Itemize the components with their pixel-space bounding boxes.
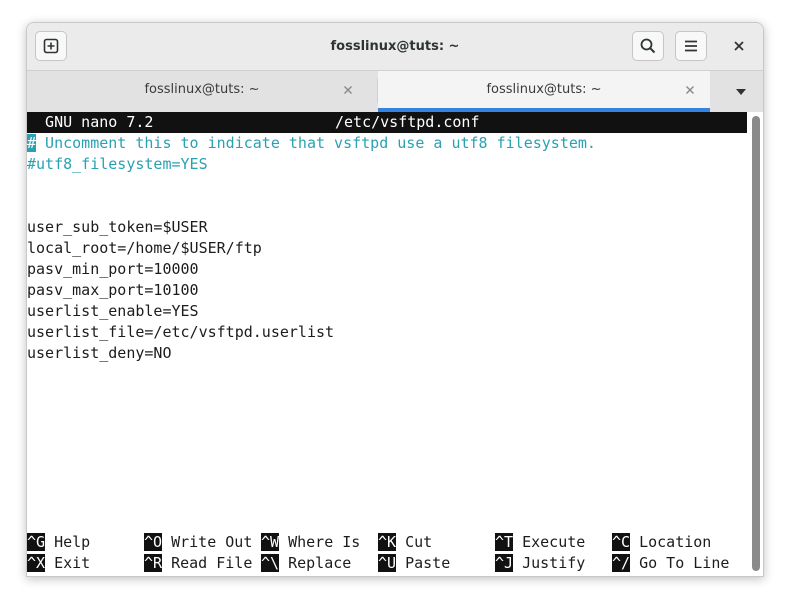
editor-line: local_root=/home/$USER/ftp — [27, 239, 262, 257]
tab-list-dropdown-button[interactable] — [721, 79, 761, 105]
shortcut-replace: ^\ Replace — [261, 554, 352, 572]
new-tab-icon — [43, 38, 59, 54]
shortcut-go-to-line: ^/ Go To Line — [612, 554, 730, 572]
scrollbar-thumb[interactable] — [752, 116, 760, 571]
hamburger-menu-icon — [685, 40, 697, 52]
shortcut-paste: ^U Paste — [378, 554, 451, 572]
editor-line: userlist_deny=NO — [27, 344, 172, 362]
editor-line: userlist_file=/etc/vsftpd.userlist — [27, 323, 335, 341]
new-tab-button[interactable] — [35, 31, 67, 61]
shortcut-help: ^G Help — [27, 533, 91, 551]
chevron-down-icon — [736, 89, 746, 95]
close-icon — [344, 86, 352, 94]
nano-filename: /etc/vsftpd.conf — [335, 113, 480, 131]
shortcut-execute: ^T Execute — [495, 533, 586, 551]
text-cursor: # — [27, 134, 37, 152]
nano-header: GNU nano 7.2/etc/vsftpd.conf — [27, 112, 747, 133]
search-icon — [640, 38, 656, 54]
close-icon — [686, 86, 694, 94]
editor-line: # Uncomment this to indicate that vsftpd… — [27, 134, 596, 152]
shortcut-read-file: ^R Read File — [144, 554, 253, 572]
tab-2[interactable]: fosslinux@tuts: ~ — [378, 71, 710, 112]
tab-bar: fosslinux@tuts: ~ fosslinux@tuts: ~ — [27, 70, 763, 112]
title-bar: fosslinux@tuts: ~ — [27, 23, 763, 70]
nano-version: GNU nano 7.2 — [27, 113, 154, 131]
editor-line: pasv_max_port=10100 — [27, 281, 199, 299]
tab-1[interactable]: fosslinux@tuts: ~ — [27, 71, 377, 112]
tab-label: fosslinux@tuts: ~ — [144, 82, 260, 97]
shortcut-where-is: ^W Where Is — [261, 533, 361, 551]
search-button[interactable] — [632, 31, 664, 61]
editor-line: user_sub_token=$USER — [27, 218, 208, 236]
close-window-button[interactable] — [723, 31, 755, 61]
editor-line: userlist_enable=YES — [27, 302, 199, 320]
tab-close-button[interactable] — [340, 82, 356, 98]
close-icon — [734, 41, 744, 51]
terminal-area[interactable]: GNU nano 7.2/etc/vsftpd.conf # Uncomment… — [27, 112, 748, 576]
shortcut-cut: ^K Cut — [378, 533, 433, 551]
tab-close-button[interactable] — [682, 82, 698, 98]
terminal-window: fosslinux@tuts: ~ fosslinux@tuts: ~ foss… — [26, 22, 764, 577]
menu-button[interactable] — [675, 31, 707, 61]
editor-line: pasv_min_port=10000 — [27, 260, 199, 278]
shortcut-justify: ^J Justify — [495, 554, 586, 572]
shortcut-write-out: ^O Write Out — [144, 533, 253, 551]
shortcut-location: ^C Location — [612, 533, 712, 551]
scrollbar[interactable] — [748, 112, 763, 576]
tab-label: fosslinux@tuts: ~ — [486, 82, 602, 97]
shortcut-exit: ^X Exit — [27, 554, 91, 572]
editor-line: #utf8_filesystem=YES — [27, 155, 208, 173]
